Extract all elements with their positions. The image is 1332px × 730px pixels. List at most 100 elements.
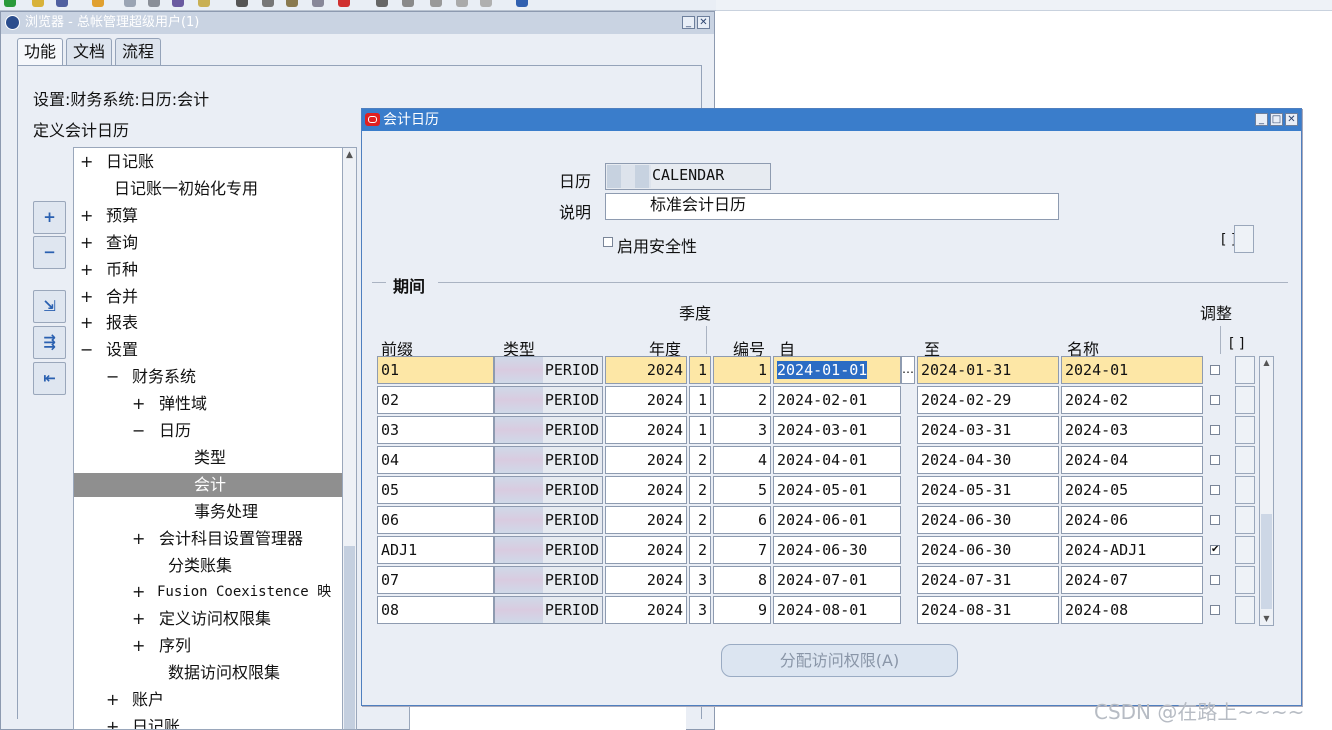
from-date-cell[interactable]: 2024-01-01 [773, 356, 901, 384]
expand-node-icon[interactable]: + [106, 688, 119, 712]
from-date-cell[interactable]: 2024-08-01 [773, 596, 901, 624]
row-dff-field[interactable] [1235, 506, 1255, 534]
number-cell[interactable]: 2 [713, 386, 771, 414]
collapse-button[interactable]: − [33, 236, 66, 269]
expand-button[interactable]: + [33, 201, 66, 234]
expand-all-button[interactable]: ⇶ [33, 326, 66, 359]
to-date-cell[interactable]: 2024-01-31 [917, 356, 1059, 384]
prefix-cell[interactable]: 02 [377, 386, 494, 414]
type-cell[interactable]: PERIOD [494, 476, 603, 504]
quarter-cell[interactable]: 2 [689, 476, 711, 504]
row-dff-field[interactable] [1235, 446, 1255, 474]
to-date-cell[interactable]: 2024-07-31 [917, 566, 1059, 594]
year-cell[interactable]: 2024 [605, 536, 687, 564]
prefix-cell[interactable]: 04 [377, 446, 494, 474]
from-date-cell[interactable]: 2024-02-01 [773, 386, 901, 414]
adjustment-checkbox[interactable] [1210, 425, 1220, 435]
period-name-cell[interactable]: 2024-08 [1061, 596, 1203, 624]
tree-item[interactable]: 数据访问权限集 [74, 661, 342, 685]
tree-item[interactable]: − 财务系统 [74, 365, 342, 389]
assign-access-button[interactable]: 分配访问权限(A) [721, 644, 958, 677]
quarter-cell[interactable]: 3 [689, 566, 711, 594]
tree-item[interactable]: + 合并 [74, 285, 342, 309]
tree-item[interactable]: + 日记账 [74, 715, 342, 729]
tree-item[interactable]: + 弹性域 [74, 392, 342, 416]
translation-icon[interactable] [480, 0, 492, 7]
number-cell[interactable]: 8 [713, 566, 771, 594]
collapse-all-button[interactable]: ⇤ [33, 362, 66, 395]
from-date-cell[interactable]: 2024-03-01 [773, 416, 901, 444]
adjustment-checkbox[interactable] [1210, 515, 1220, 525]
quarter-cell[interactable]: 2 [689, 446, 711, 474]
edit-field-icon[interactable] [376, 0, 388, 7]
quarter-cell[interactable]: 3 [689, 596, 711, 624]
tree-item[interactable]: 日记账一初始化专用 [74, 177, 342, 201]
expand-node-icon[interactable]: + [132, 392, 145, 416]
tree-item[interactable]: − 日历 [74, 419, 342, 443]
expand-node-icon[interactable]: + [132, 527, 145, 551]
from-date-cell[interactable]: 2024-04-01 [773, 446, 901, 474]
window-icon[interactable] [172, 0, 184, 7]
expand-node-icon[interactable]: + [80, 311, 93, 335]
scroll-down-icon[interactable]: ▼ [1260, 613, 1273, 625]
tree-item[interactable]: + 报表 [74, 311, 342, 335]
collapse-node-icon[interactable]: − [80, 338, 93, 362]
dialog-titlebar[interactable]: 会计日历 _ □ ✕ [362, 109, 1301, 131]
type-cell[interactable]: PERIOD [494, 566, 603, 594]
period-name-cell[interactable]: 2024-02 [1061, 386, 1203, 414]
prefix-cell[interactable]: ADJ1 [377, 536, 494, 564]
close-icon[interactable]: ✕ [1285, 113, 1298, 126]
clear-icon[interactable] [312, 0, 324, 7]
adjustment-checkbox[interactable] [1210, 395, 1220, 405]
expand-node-icon[interactable]: + [132, 634, 145, 658]
expand-node-icon[interactable]: + [132, 607, 145, 631]
expand-branch-button[interactable]: ⇲ [33, 290, 66, 323]
year-cell[interactable]: 2024 [605, 596, 687, 624]
print-icon[interactable] [148, 0, 160, 7]
grid-scrollbar[interactable]: ▲ ▼ [1259, 356, 1274, 626]
tree-item[interactable]: + 币种 [74, 258, 342, 282]
save-icon[interactable] [92, 0, 104, 7]
adjustment-checkbox[interactable] [1210, 365, 1220, 375]
expand-node-icon[interactable]: + [80, 285, 93, 309]
prefix-cell[interactable]: 03 [377, 416, 494, 444]
from-date-cell[interactable]: 2024-06-30 [773, 536, 901, 564]
from-date-cell[interactable]: 2024-07-01 [773, 566, 901, 594]
refresh-icon[interactable] [56, 0, 68, 7]
expand-node-icon[interactable]: + [80, 231, 93, 255]
scroll-thumb[interactable] [1261, 514, 1272, 609]
tree-item[interactable]: − 设置 [74, 338, 342, 362]
tree-item[interactable]: + 预算 [74, 204, 342, 228]
number-cell[interactable]: 5 [713, 476, 771, 504]
quarter-cell[interactable]: 2 [689, 536, 711, 564]
period-name-cell[interactable]: 2024-ADJ1 [1061, 536, 1203, 564]
prefix-cell[interactable]: 06 [377, 506, 494, 534]
type-cell[interactable]: PERIOD [494, 416, 603, 444]
tree-item[interactable]: 类型 [74, 446, 342, 470]
prefix-cell[interactable]: 05 [377, 476, 494, 504]
type-cell[interactable]: PERIOD [494, 506, 603, 534]
enable-security-checkbox[interactable] [603, 237, 613, 247]
year-cell[interactable]: 2024 [605, 356, 687, 384]
minimize-icon[interactable]: _ [1255, 113, 1268, 126]
to-date-cell[interactable]: 2024-06-30 [917, 506, 1059, 534]
type-cell[interactable]: PERIOD [494, 536, 603, 564]
to-date-cell[interactable]: 2024-02-29 [917, 386, 1059, 414]
tree-item[interactable]: + 序列 [74, 634, 342, 658]
year-cell[interactable]: 2024 [605, 416, 687, 444]
minimize-icon[interactable]: _ [682, 16, 695, 29]
type-cell[interactable]: PERIOD [494, 356, 603, 384]
attachment-icon[interactable] [430, 0, 442, 7]
quarter-cell[interactable]: 2 [689, 506, 711, 534]
quarter-cell[interactable]: 1 [689, 416, 711, 444]
description-field[interactable]: 标准会计日历 [605, 193, 1059, 220]
edit-icon[interactable] [32, 0, 44, 7]
to-date-cell[interactable]: 2024-04-30 [917, 446, 1059, 474]
zoom-icon[interactable] [402, 0, 414, 7]
tree-item[interactable]: 分类账集 [74, 554, 342, 578]
year-cell[interactable]: 2024 [605, 386, 687, 414]
collapse-node-icon[interactable]: − [132, 419, 145, 443]
expand-node-icon[interactable]: + [80, 258, 93, 282]
tree-item[interactable]: + 定义访问权限集 [74, 607, 342, 631]
adjustment-checkbox[interactable] [1210, 605, 1220, 615]
